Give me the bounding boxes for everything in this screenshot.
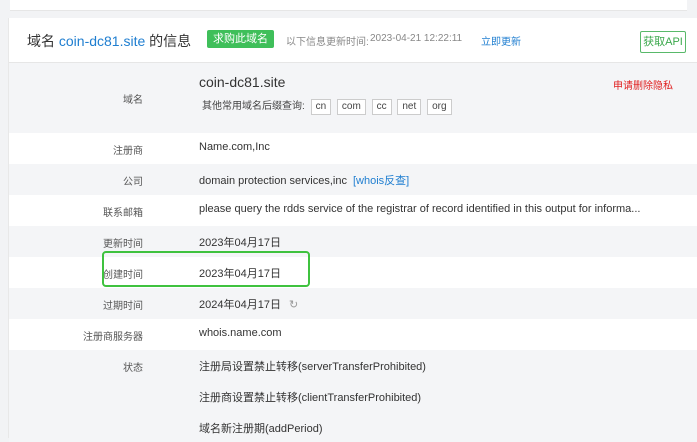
top-strip [0,0,697,14]
created-value: 2023年04月17日 [199,268,281,280]
email-value: please query the rdds service of the reg… [199,203,641,215]
company-value: domain protection services,inc [whois反查] [199,172,409,188]
status-value-server: 注册局设置禁止转移(serverTransferProhibited) [199,361,426,373]
row-expires: 过期时间 2024年04月17日 ↻ [9,288,697,319]
row-label: 公司 [123,177,143,188]
row-label: 注册商服务器 [83,332,143,343]
card-header: 域名 coin-dc81.site 的信息 求购此域名 以下信息更新时间: 20… [9,18,697,63]
domain-value: coin-dc81.site [199,74,286,90]
row-label: 更新时间 [103,239,143,250]
buy-domain-button[interactable]: 求购此域名 [207,30,274,48]
domain-info-card: 域名 coin-dc81.site 的信息 求购此域名 以下信息更新时间: 20… [8,18,697,442]
page-title: 域名 coin-dc81.site 的信息 [27,31,191,51]
updated-value: 2023年04月17日 [199,237,281,249]
row-label: 过期时间 [103,301,143,312]
company-name: domain protection services,inc [199,175,347,187]
update-time-label: 以下信息更新时间: [286,37,369,48]
row-label: 注册商 [113,146,143,157]
row-company: 公司 domain protection services,inc [whois反… [9,164,697,195]
nameserver-value: whois.name.com [199,327,282,339]
expires-date: 2024年04月17日 [199,299,281,311]
get-api-button[interactable]: 获取API [640,31,686,53]
expires-value: 2024年04月17日 ↻ [199,296,298,312]
row-updated: 更新时间 2023年04月17日 [9,226,697,257]
row-label: 创建时间 [103,270,143,281]
row-created: 创建时间 2023年04月17日 [9,257,697,288]
suffix-tag-com[interactable]: com [336,99,366,115]
status-value-addperiod: 域名新注册期(addPeriod) [199,423,323,435]
suffix-tag-cn[interactable]: cn [310,99,332,115]
request-privacy-removal-link[interactable]: 申请删除隐私 [613,77,673,92]
suffix-tag-cc[interactable]: cc [371,99,392,115]
status-value-client: 注册商设置禁止转移(clientTransferProhibited) [199,392,422,404]
suffix-query-label: 其他常用域名后缀查询: [202,101,305,112]
refresh-spinner-icon: ↻ [288,299,299,311]
top-strip-bar [10,0,687,11]
row-label: 联系邮箱 [103,208,143,219]
row-email: 联系邮箱 please query the rdds service of th… [9,195,697,226]
registrar-value: Name.com,Inc [199,141,270,153]
suffix-tag-net[interactable]: net [397,99,422,115]
suffix-tag-org[interactable]: org [427,99,452,115]
row-label: 状态 [123,363,143,374]
row-status: 状态 注册局设置禁止转移(serverTransferProhibited) 注… [9,350,697,442]
row-registrar: 注册商 Name.com,Inc [9,133,697,164]
row-label: 域名 [123,95,143,106]
update-time-value: 2023-04-21 12:22:11 [370,33,463,44]
row-nameserver: 注册商服务器 whois.name.com [9,319,697,350]
title-suffix: 的信息 [145,33,192,49]
row-domain: 域名 coin-dc81.site 申请删除隐私 其他常用域名后缀查询: cn … [9,63,697,133]
suffix-query: 其他常用域名后缀查询: cn com cc net org [202,97,452,115]
refresh-now-link[interactable]: 立即更新 [481,33,521,48]
whois-reverse-link[interactable]: [whois反查] [353,175,409,187]
title-prefix: 域名 [27,33,59,49]
title-domain: coin-dc81.site [58,33,146,49]
